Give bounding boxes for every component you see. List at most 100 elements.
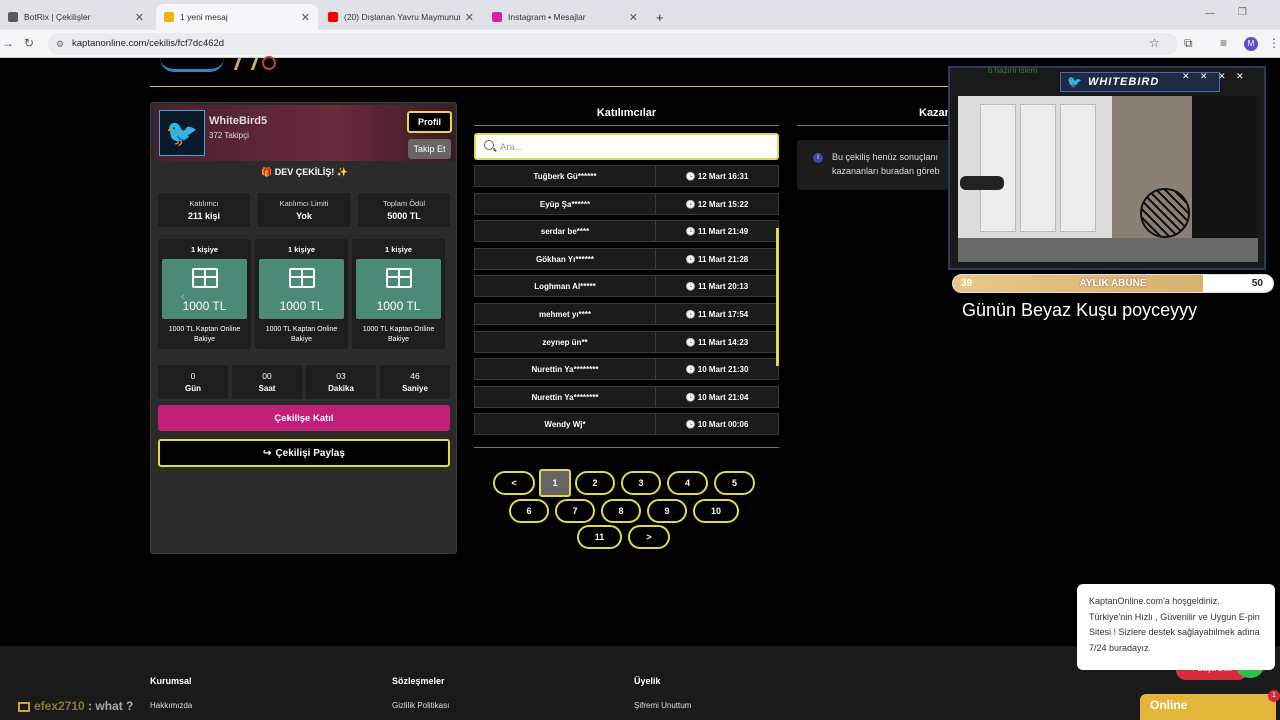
- winners-info-box: i Bu çekiliş henüz sonuçlanı kazananları…: [797, 140, 957, 190]
- participant-row: Nurettin Ya******** 🕒 10 Mart 21:04: [474, 386, 779, 408]
- page-button-10[interactable]: 10: [693, 499, 739, 523]
- stat-value: Yok: [296, 211, 312, 221]
- page-next-button[interactable]: >: [628, 525, 670, 549]
- shield-badge-icon: [262, 56, 276, 70]
- participant-name: Wendy Wj*: [544, 420, 586, 429]
- footer-link[interactable]: Hakkımızda: [150, 701, 192, 710]
- wardrobe-door: [1060, 104, 1096, 232]
- participant-name: Eyüp Şa******: [539, 200, 591, 209]
- tab-close-icon[interactable]: ✕: [465, 11, 474, 24]
- forward-icon[interactable]: →: [2, 36, 14, 50]
- participant-date-text: 12 Mart 16:31: [697, 172, 749, 181]
- row-divider: [655, 387, 656, 407]
- chevron-left-icon[interactable]: ‹: [181, 289, 185, 303]
- maximize-icon[interactable]: ❐: [1238, 7, 1247, 18]
- page-prev-button[interactable]: <: [493, 471, 535, 495]
- search-field[interactable]: [474, 133, 779, 160]
- stat-label: Katılımcı: [189, 199, 219, 208]
- tab-kaptan[interactable]: 1 yeni mesaj ✕: [156, 4, 318, 30]
- page-button-6[interactable]: 6: [509, 499, 549, 523]
- page-button-7[interactable]: 7: [555, 499, 595, 523]
- footer-heading: Üyelik: [634, 676, 661, 686]
- giveaway-card: 🐦 WhiteBird5 372 Takipçi Profil Takip Et…: [150, 102, 457, 554]
- countdown-value: 03: [336, 371, 346, 381]
- countdown-unit: Dakika: [328, 384, 354, 393]
- participant-row: Loghman Al***** 🕒 11 Mart 20:13: [474, 275, 779, 297]
- tab-close-icon[interactable]: ✕: [135, 11, 144, 24]
- search-input[interactable]: [500, 138, 770, 156]
- participant-date-text: 10 Mart 21:04: [697, 393, 749, 402]
- page-button-5[interactable]: 5: [714, 471, 755, 495]
- subscription-target: 50: [1251, 278, 1263, 289]
- page-content: 🐦 WhiteBird5 372 Takipçi Profil Takip Et…: [0, 56, 1280, 720]
- clock-icon: 🕒: [685, 172, 696, 181]
- reading-list-icon[interactable]: ≡: [1220, 36, 1227, 50]
- tab-close-icon[interactable]: ✕: [301, 11, 310, 24]
- profile-button[interactable]: Profil: [407, 111, 452, 133]
- bookmark-star-icon[interactable]: ☆: [1149, 36, 1160, 50]
- chair-icon: [1140, 188, 1190, 238]
- footer-link[interactable]: Şifremi Unuttum: [634, 701, 691, 710]
- bird-avatar-icon[interactable]: 🐦: [159, 110, 205, 156]
- clock-icon: 🕒: [685, 393, 696, 402]
- profile-avatar[interactable]: M: [1244, 37, 1258, 51]
- url-field[interactable]: ⚙ kaptanonline.com/cekilis/fcf7dc462d: [48, 33, 1178, 55]
- footer-link[interactable]: Gizlilik Politikası: [392, 701, 449, 710]
- countdown-days: 0 Gün: [158, 365, 228, 399]
- page-button-8[interactable]: 8: [601, 499, 641, 523]
- search-icon: [484, 140, 494, 150]
- tab-instagram[interactable]: Instagram • Mesajlar ✕: [484, 4, 646, 30]
- prize-card: 1 kişiye 1000 TL 1000 TL Kaptan Online B…: [158, 239, 251, 349]
- share-giveaway-button[interactable]: ↪ Çekilişi Paylaş: [158, 439, 450, 467]
- new-tab-button[interactable]: +: [648, 4, 672, 30]
- minimize-icon[interactable]: —: [1205, 8, 1215, 19]
- follow-button[interactable]: Takip Et: [408, 139, 451, 159]
- page-button-11[interactable]: 11: [577, 525, 622, 549]
- join-giveaway-button[interactable]: Çekilişe Katıl: [158, 405, 450, 431]
- webcam-overlay: 6 hazırlı islem 🐦 WHITEBIRD ✕ ✕ ✕ ✕: [948, 66, 1266, 270]
- participant-date: 🕒 10 Mart 00:06: [657, 420, 777, 429]
- participant-row: zeynep ün** 🕒 11 Mart 14:23: [474, 331, 779, 353]
- online-chat-widget[interactable]: Online: [1140, 694, 1276, 720]
- participants-scrollbar[interactable]: [776, 228, 779, 366]
- winners-info-text: Bu çekiliş henüz sonuçlanı kazananları b…: [832, 150, 952, 178]
- page-button-4[interactable]: 4: [667, 471, 708, 495]
- subscription-goal-label: AYLIK ABUNE: [1079, 278, 1147, 289]
- wardrobe-door: [1020, 104, 1056, 232]
- tab-close-icon[interactable]: ✕: [629, 11, 638, 24]
- reload-icon[interactable]: ↻: [24, 36, 34, 50]
- site-info-icon[interactable]: ⚙: [56, 33, 64, 55]
- countdown-value: 46: [410, 371, 420, 381]
- prize-amount: 1000 TL: [376, 299, 421, 313]
- countdown-unit: Saniye: [402, 384, 428, 393]
- participant-name: Nurettin Ya********: [531, 393, 599, 402]
- instagram-favicon-icon: [492, 12, 502, 22]
- page-button-3[interactable]: 3: [621, 471, 661, 495]
- participant-name: Gökhan Yı******: [535, 255, 595, 264]
- browser-tab-bar: BotRix | Çekilişler ✕ 1 yeni mesaj ✕ (20…: [0, 0, 1280, 30]
- menu-icon[interactable]: ⋮: [1268, 36, 1280, 50]
- participant-row: mehmet yı**** 🕒 11 Mart 17:54: [474, 303, 779, 325]
- participant-date-text: 10 Mart 00:06: [697, 420, 749, 429]
- url-text: kaptanonline.com/cekilis/fcf7dc462d: [72, 38, 225, 49]
- extensions-icon[interactable]: ⧉: [1184, 36, 1193, 51]
- username[interactable]: WhiteBird5: [209, 115, 267, 127]
- page-button-1[interactable]: 1: [539, 469, 571, 497]
- clock-icon: 🕒: [685, 310, 696, 319]
- tab-botrix[interactable]: BotRix | Çekilişler ✕: [0, 4, 152, 30]
- tab-youtube[interactable]: (20) Dışlanan Yavru Maymunun ✕: [320, 4, 482, 30]
- page-button-2[interactable]: 2: [575, 471, 615, 495]
- participant-row: Tuğberk Gü****** 🕒 12 Mart 16:31: [474, 165, 779, 187]
- share-label: Çekilişi Paylaş: [275, 447, 345, 459]
- site-logo[interactable]: [160, 58, 224, 72]
- participant-name: mehmet yı****: [538, 310, 592, 319]
- participant-date: 🕒 10 Mart 21:30: [657, 365, 777, 374]
- participant-date: 🕒 11 Mart 20:13: [657, 282, 777, 291]
- page-button-9[interactable]: 9: [647, 499, 687, 523]
- youtube-favicon-icon: [328, 12, 338, 22]
- participant-date-text: 11 Mart 14:23: [697, 338, 749, 347]
- clock-icon: 🕒: [685, 338, 696, 347]
- prize-count: 1 kişiye: [287, 245, 316, 254]
- row-divider: [655, 359, 656, 379]
- botrix-favicon-icon: [8, 12, 18, 22]
